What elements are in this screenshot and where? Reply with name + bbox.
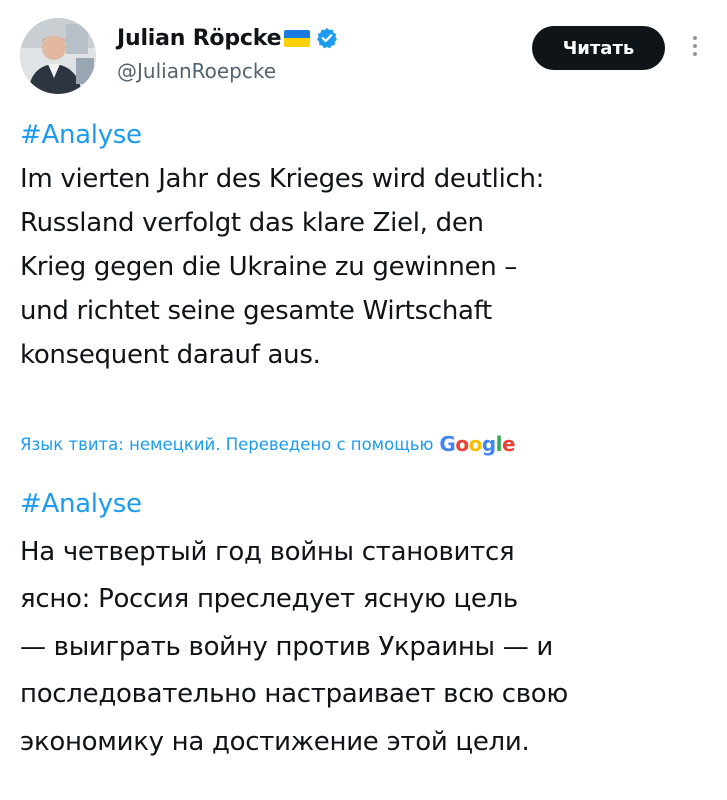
display-name[interactable]: Julian Röpcke	[117, 26, 282, 51]
verified-badge-icon	[317, 28, 338, 49]
tweet-line: Im vierten Jahr des Krieges wird deutlic…	[20, 164, 545, 194]
tweet-line: Krieg gegen die Ukraine zu gewinnen –	[20, 252, 518, 282]
tweet-line: konsequent darauf aus.	[20, 340, 321, 370]
tweet-text: #Analyse Im vierten Jahr des Krieges wir…	[20, 113, 710, 377]
tweet-line: Russland verfolgt das klare Ziel, den	[20, 208, 484, 238]
translated-line: — выиграть войну против Украины — и	[20, 631, 553, 662]
author-block: Julian Röpcke @JulianRoepcke	[117, 23, 338, 83]
translation-note[interactable]: Язык твита: немецкий. Переведено с помощ…	[20, 432, 516, 456]
follow-button[interactable]: Читать	[532, 26, 665, 70]
more-vertical-icon[interactable]	[680, 24, 710, 68]
ukraine-flag-icon	[284, 29, 311, 47]
translated-line: На четвертый год войны становится	[20, 536, 515, 567]
translated-line: ясно: Россия преследует ясную цель	[20, 584, 518, 614]
translation-note-text: Язык твита: немецкий. Переведено с помощ…	[20, 434, 434, 454]
google-logo: Google	[439, 432, 516, 456]
tweet-line: und richtet seine gesamte Wirtschaft	[20, 296, 492, 326]
tweet-hashtag[interactable]: #Analyse	[20, 113, 710, 157]
author-handle[interactable]: @JulianRoepcke	[117, 59, 338, 83]
tweet-header: Julian Röpcke @JulianRoepcke Читать	[0, 0, 727, 110]
translated-line: экономику на достижение этой цели.	[20, 726, 530, 757]
name-row: Julian Röpcke	[117, 23, 338, 53]
translated-hashtag[interactable]: #Analyse	[20, 481, 710, 529]
avatar[interactable]	[20, 18, 96, 94]
translated-text: #Analyse На четвертый год войны становит…	[20, 481, 710, 766]
avatar-image	[20, 18, 96, 94]
translated-line: последовательно настраивает всю свою	[20, 679, 568, 709]
